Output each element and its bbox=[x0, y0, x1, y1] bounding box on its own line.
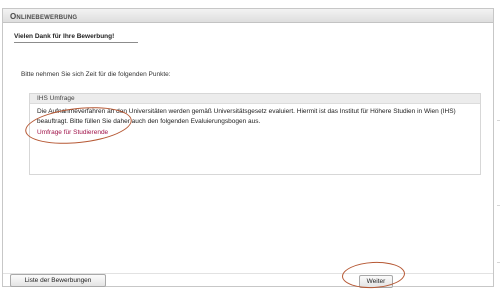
intro-text: Bitte nehmen Sie sich Zeit für die folge… bbox=[21, 71, 171, 78]
panel-title: Onlinebewerbung bbox=[10, 12, 78, 21]
heading-underline bbox=[14, 42, 138, 43]
edge-tick bbox=[497, 205, 500, 206]
survey-box-text: Die Aufnahmeverfahren an den Universität… bbox=[37, 108, 456, 125]
student-survey-link[interactable]: Umfrage für Studierende bbox=[37, 129, 108, 136]
survey-box: IHS Umfrage Die Aufnahmeverfahren an den… bbox=[29, 93, 481, 175]
thanks-heading: Vielen Dank für Ihre Bewerbung! bbox=[14, 33, 115, 40]
survey-box-header: IHS Umfrage bbox=[30, 94, 480, 104]
edge-tick bbox=[497, 262, 500, 263]
panel-titlebar: Onlinebewerbung bbox=[3, 9, 493, 23]
application-list-button[interactable]: Liste der Bewerbungen bbox=[10, 274, 106, 287]
next-button[interactable]: Weiter bbox=[359, 275, 393, 288]
edge-tick bbox=[497, 120, 500, 121]
application-panel: Onlinebewerbung Vielen Dank für Ihre Bew… bbox=[2, 8, 494, 288]
survey-box-title: IHS Umfrage bbox=[37, 95, 75, 102]
